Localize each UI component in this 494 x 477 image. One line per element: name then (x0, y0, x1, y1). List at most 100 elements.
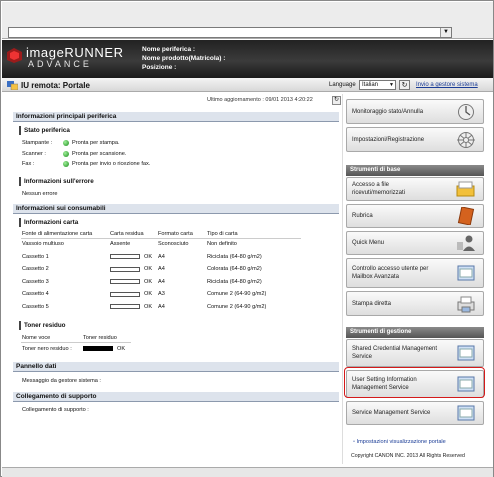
remote-ui-icon (7, 81, 18, 90)
paper-type: Comune 2 (64-90 g/m2) (207, 303, 267, 310)
device-name-label: Nome periferica : (142, 46, 196, 53)
support-link-label: Collegamento di supporto : (22, 407, 89, 413)
paper-header-source: Fonte di alimentazione carta (22, 231, 93, 237)
paper-header-remaining: Carta residua (110, 231, 144, 237)
position-label: Posizione : (142, 64, 177, 71)
paper-level-bar (110, 279, 140, 284)
toner-header-name: Nome voce (22, 335, 51, 341)
user-menu-icon (457, 235, 475, 251)
shared-credential-label: Shared Credential Management Service (352, 346, 438, 360)
chevron-down-icon: ▼ (389, 82, 394, 88)
paper-size: A4 (158, 253, 165, 260)
service-management-button[interactable]: Service Management Service (346, 401, 484, 425)
portal-settings-link[interactable]: ▫ Impostazioni visualizzazione portale (353, 439, 446, 445)
browser-toolbar: ▼ (2, 2, 493, 39)
section-data-panel: Pannello dati (13, 362, 339, 372)
brand-subname: ADVANCE (28, 59, 92, 69)
quick-menu-button[interactable]: Quick Menu (346, 231, 484, 255)
settings-registration-label: Impostazioni/Registrazione (352, 136, 425, 143)
paper-source: Cassetto 2 (22, 266, 49, 272)
page-title: IU remota: Portale (21, 81, 90, 90)
paper-source: Cassetto 3 (22, 278, 49, 285)
status-label-scanner: Scanner : (22, 151, 46, 157)
toner-black-label: Toner nero residuo : (22, 346, 72, 352)
received-files-label: Accesso a file ricevuti/memorizzati (352, 182, 406, 196)
refresh-button[interactable]: ↻ (332, 96, 341, 105)
paper-size: Sconosciuto (158, 241, 189, 247)
paper-size: A3 (158, 291, 165, 297)
paper-remaining: Assente (110, 241, 131, 247)
printer-icon (457, 296, 475, 312)
status-label-printer: Stampante : (22, 140, 53, 146)
error-info-value: Nessun errore (22, 191, 58, 197)
language-select[interactable]: Italian ▼ (359, 80, 396, 90)
status-value-printer: Pronta per stampa. (72, 140, 120, 146)
send-to-admin-link[interactable]: Invio a gestore sistema (416, 82, 478, 88)
shared-credential-button[interactable]: Shared Credential Management Service (346, 339, 484, 367)
direct-print-button[interactable]: Stampa diretta (346, 291, 484, 316)
language-label: Language (329, 82, 356, 88)
toner-header-remaining: Toner residuo (83, 335, 117, 341)
address-book-label: Rubrica (352, 213, 373, 219)
browser-status-bar (2, 467, 493, 477)
paper-remaining: OK (144, 266, 153, 272)
status-ok-icon (63, 151, 69, 157)
address-book-button[interactable]: Rubrica (346, 204, 484, 228)
product-name-label: Nome prodotto(Matricola) : (142, 55, 226, 62)
error-info-title: Informazioni sull'errore (19, 177, 109, 186)
paper-source: Vassoio multiuso (22, 241, 64, 247)
status-value-fax: Pronta per invio o ricezione fax. (72, 161, 151, 167)
paper-level-bar (110, 266, 140, 272)
service-management-label: Service Management Service (352, 410, 431, 416)
admin-message-label: Messaggio da gestore sistema : (22, 378, 101, 384)
highlight-box (344, 367, 485, 398)
paper-source: Cassetto 1 (22, 253, 49, 260)
paper-level-bar (110, 291, 140, 297)
folder-icon (456, 181, 475, 197)
paper-size: A4 (158, 266, 165, 272)
quick-menu-label: Quick Menu (352, 240, 385, 246)
section-support: Collegamento di supporto (13, 392, 339, 402)
mailbox-access-button[interactable]: Controllo accesso utente per Mailbox Ava… (346, 258, 484, 288)
address-book-icon (457, 207, 475, 225)
table-divider (21, 238, 301, 239)
paper-type: Non definito (207, 241, 237, 247)
paper-source: Cassetto 5 (22, 303, 49, 310)
mailbox-icon (457, 265, 475, 281)
main-panel: Ultimo aggiornamento : 09/01 2013 4:20:2… (7, 96, 341, 417)
paper-remaining: OK (144, 291, 153, 297)
status-value-scanner: Pronta per scansione. (72, 151, 127, 157)
portal-settings-label: Impostazioni visualizzazione portale (356, 439, 446, 445)
paper-source: Cassetto 4 (22, 291, 49, 297)
status-ok-icon (63, 161, 69, 167)
section-consumables: Informazioni sui consumabili (13, 204, 339, 214)
paper-size: A4 (158, 278, 165, 285)
monitor-icon (458, 103, 474, 120)
paper-type: Colorata (64-80 g/m2) (207, 266, 262, 272)
copyright: Copyright CANON INC. 2013 All Rights Res… (351, 453, 465, 459)
app-header: imageRUNNER ADVANCE Nome periferica : No… (2, 40, 493, 78)
settings-registration-button[interactable]: Impostazioni/Registrazione (346, 127, 484, 152)
browser-window: ▼ imageRUNNER ADVANCE Nome periferica : … (0, 0, 494, 477)
sub-header: IU remota: Portale Language Italian ▼ ↻ I… (2, 78, 493, 92)
paper-header-size: Formato carta (158, 231, 193, 237)
paper-size: A4 (158, 303, 165, 310)
paper-info-title: Informazioni carta (19, 218, 89, 227)
toner-level-bar (83, 346, 113, 351)
received-files-button[interactable]: Accesso a file ricevuti/memorizzati (346, 177, 484, 201)
section-device-info: Informazioni principali periferica (13, 112, 339, 122)
toner-title: Toner residuo (19, 321, 79, 330)
brand-logo-icon (7, 48, 22, 63)
mgmt-tools-header: Strumenti di gestione (346, 327, 484, 338)
paper-type: Riciclata (64-80 g/m2) (207, 253, 262, 260)
address-dropdown-button[interactable]: ▼ (440, 28, 451, 37)
address-bar[interactable]: ▼ (8, 27, 452, 38)
basic-tools-header: Strumenti di base (346, 165, 484, 176)
status-ok-icon (63, 140, 69, 146)
service-icon (457, 405, 475, 421)
column-divider (342, 94, 343, 464)
language-apply-button[interactable]: ↻ (399, 80, 410, 90)
paper-level-bar (110, 254, 140, 259)
status-monitor-button[interactable]: Monitoraggio stato/Annulla (346, 99, 484, 124)
last-updated: Ultimo aggiornamento : 09/01 2013 4:20:2… (207, 97, 313, 103)
